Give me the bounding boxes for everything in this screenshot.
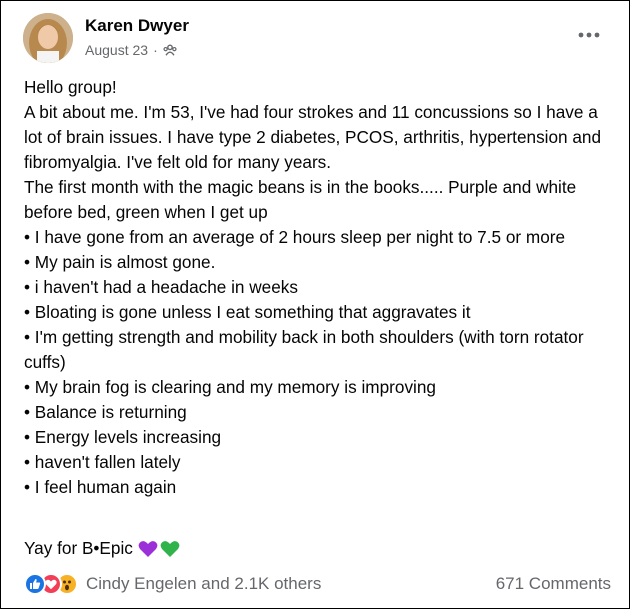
bullet-item: • I have gone from an average of 2 hours…: [24, 227, 566, 247]
post-line: Hello group!: [24, 77, 117, 97]
more-options-button[interactable]: [575, 23, 603, 47]
bullet-item: • haven't fallen lately: [24, 452, 181, 472]
closing-text: Yay for B•Epic: [24, 538, 133, 558]
like-icon: [24, 573, 46, 595]
bullet-item: • Balance is returning: [24, 402, 187, 422]
more-options-icon: [578, 32, 600, 38]
post-body: Hello group! A bit about me. I'm 53, I'v…: [24, 75, 614, 500]
closing-line: Yay for B•Epic: [24, 536, 180, 561]
post-card: Karen Dwyer August 23 · Hello group! A b…: [0, 0, 630, 609]
reactions-summary[interactable]: Cindy Engelen and 2.1K others: [24, 573, 321, 595]
group-icon: [163, 44, 177, 56]
green-heart-icon: [160, 540, 180, 557]
avatar-photo: [23, 13, 73, 63]
bullet-item: • My brain fog is clearing and my memory…: [24, 377, 436, 397]
purple-heart-icon: [138, 540, 158, 557]
bullet-item: • Bloating is gone unless I eat somethin…: [24, 302, 471, 322]
comments-count[interactable]: 671 Comments: [496, 574, 611, 594]
post-line: The first month with the magic beans is …: [24, 177, 577, 222]
bullet-item: • I'm getting strength and mobility back…: [24, 327, 584, 372]
post-line: A bit about me. I'm 53, I've had four st…: [24, 102, 602, 172]
meta-separator: ·: [153, 42, 158, 58]
author-name[interactable]: Karen Dwyer: [85, 16, 189, 36]
post-footer: Cindy Engelen and 2.1K others 671 Commen…: [24, 571, 611, 597]
bullet-item: • My pain is almost gone.: [24, 252, 216, 272]
avatar[interactable]: [23, 13, 73, 63]
reaction-count[interactable]: Cindy Engelen and 2.1K others: [86, 574, 321, 594]
bullet-item: • Energy levels increasing: [24, 427, 222, 447]
post-date[interactable]: August 23: [85, 42, 148, 58]
bullet-item: • I feel human again: [24, 477, 177, 497]
post-meta: August 23 ·: [85, 42, 177, 58]
bullet-item: • i haven't had a headache in weeks: [24, 277, 298, 297]
post-header: Karen Dwyer August 23 ·: [23, 13, 613, 63]
